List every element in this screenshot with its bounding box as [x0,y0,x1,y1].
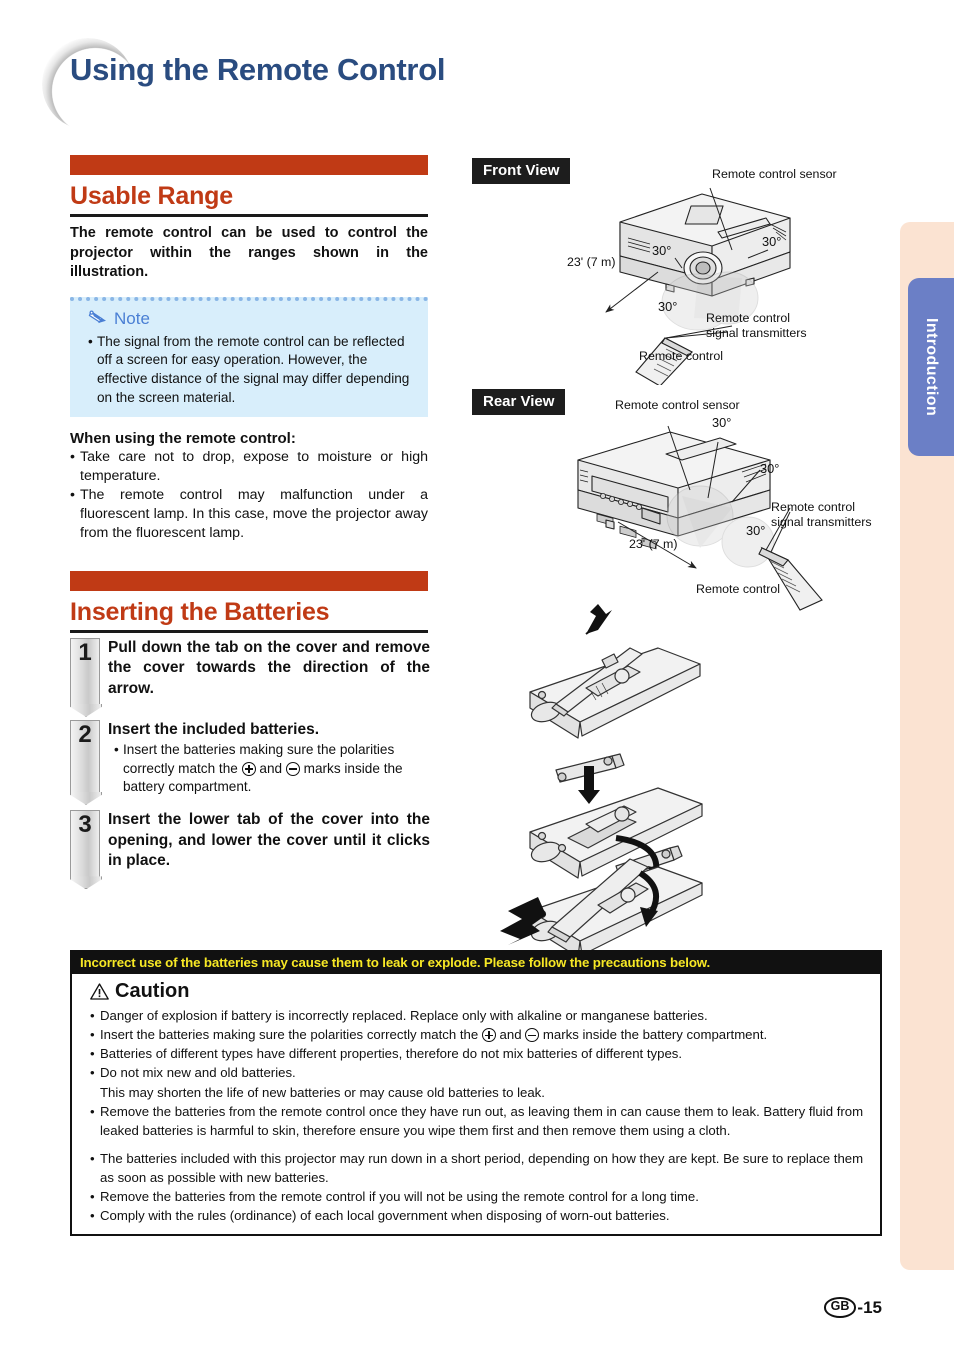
rear-remote-label: Remote control [696,582,781,596]
front-angle-right: 30° [762,234,782,249]
bullet-marker: • [90,1103,95,1119]
note-body: • The signal from the remote control can… [88,333,416,408]
caution-item-text: Do not mix new and old batteries. [100,1065,296,1081]
sidebar-tab-introduction[interactable]: Introduction [908,278,954,456]
caution-box: Incorrect use of the batteries may cause… [70,950,882,1236]
page-title: Using the Remote Control [70,52,446,87]
caution-header: Incorrect use of the batteries may cause… [72,952,880,974]
page-number: -15 [857,1297,882,1317]
caution-item: • Remove the batteries from the remote c… [90,1102,870,1140]
step-title: Insert the lower tab of the cover into t… [108,811,430,870]
caution-item: • Comply with the rules (ordinance) of e… [90,1206,870,1225]
bullet-marker: • [90,1065,95,1081]
bullet-marker: • [90,1189,95,1205]
caution-item: • Remove the batteries from the remote c… [90,1187,870,1206]
step-item-1: 1 Pull down the tab on the cover and rem… [70,637,430,706]
bullet-marker: • [90,1027,95,1043]
caution-item-text: Comply with the rules (ordinance) of eac… [100,1208,670,1224]
caution-item-text: The batteries included with this project… [100,1150,864,1186]
usable-range-intro: The remote control can be used to contro… [70,225,428,281]
bullet-marker: • [90,1008,95,1023]
step-badge: 3 [70,810,100,879]
bullet-marker: • [114,742,119,758]
list-item-text: Take care not to drop, expose to moistur… [80,448,428,484]
section-bar-usable-range [70,155,428,175]
minus-polarity-icon [285,761,300,776]
warning-triangle-icon [90,983,109,1000]
section-heading-usable-range: Usable Range [70,182,233,210]
front-remote-label: Remote control [639,349,724,363]
note-title-row: Note [88,308,424,331]
note-label: Note [114,309,150,329]
sidebar-tab-label: Introduction [923,317,940,417]
step-number: 1 [78,638,92,666]
step-badge: 1 [70,637,100,706]
section-tab-strip: Introduction [900,222,954,1270]
rear-angle-right: 30° [760,461,780,476]
plus-polarity-icon [241,761,256,776]
step-item-2: 2 Insert the included batteries. • Inser… [70,719,430,796]
step-number: 3 [78,811,92,839]
caution-item-continuation: This may shorten the life of new batteri… [100,1084,545,1100]
caution-item: • Batteries of different types have diff… [90,1044,870,1063]
rear-sensor-label: Remote control sensor [615,398,740,412]
front-sensor-label: Remote control sensor [712,167,837,181]
step-content: Pull down the tab on the cover and remov… [108,638,430,706]
step-title: Insert the included batteries. [108,720,320,738]
rear-transmitters-label: Remote control signal transmitters [771,500,872,529]
caution-item-text: Remove the batteries from the remote con… [100,1189,699,1205]
bullet-marker: • [90,1046,95,1062]
caution-item: • Insert the batteries making sure the p… [90,1025,870,1044]
list-item-text: The remote control may malfunction under… [80,486,428,541]
section-bar-inserting-batteries [70,570,428,591]
step-number: 2 [78,720,92,748]
region-code-badge: GB [823,1297,857,1318]
caution-body: Caution • Danger of explosion if battery… [72,974,880,1234]
plus-polarity-icon [481,1028,496,1043]
caution-title-row: Caution [90,980,870,1003]
front-angle-bottom: 30° [658,299,678,314]
rear-angle-bottom: 30° [746,523,766,538]
bullet-marker: • [90,1150,95,1166]
when-using-heading: When using the remote control: [70,429,296,447]
caution-item-text: Insert the batteries making sure the pol… [100,1027,768,1043]
rear-angle-top: 30° [712,415,732,430]
caution-title: Caution [115,980,190,1002]
caution-item-text: Batteries of different types have differ… [100,1046,683,1062]
section-rule [70,629,428,633]
front-distance-label: 23' (7 m) [567,255,616,269]
bullet-marker: • [70,448,75,465]
when-using-bullet-list: • Take care not to drop, expose to moist… [70,448,428,543]
caution-item: • The batteries included with this proje… [90,1149,870,1187]
caution-item: • Do not mix new and old batteries. [90,1063,870,1082]
bullet-marker: • [90,1208,95,1224]
section-rule [70,214,428,217]
note-text: The signal from the remote control can b… [97,333,410,405]
caution-item-text: Danger of explosion if battery is incorr… [100,1008,708,1023]
bullet-marker: • [88,333,93,349]
step-badge: 2 [70,719,100,796]
page-footer: GB -15 [823,1297,882,1318]
minus-polarity-icon [525,1028,540,1043]
caution-item-text: Remove the batteries from the remote con… [100,1103,864,1138]
step-content: Insert the included batteries. • Insert … [108,720,430,796]
document-page: Using the Remote Control Introduction Us… [0,0,954,1346]
step-subnote-text: Insert the batteries making sure the pol… [123,742,403,794]
section-heading-inserting-batteries: Inserting the Batteries [70,597,330,626]
list-item: • Take care not to drop, expose to moist… [70,448,428,486]
step-item-3: 3 Insert the lower tab of the cover into… [70,810,430,879]
step-content: Insert the lower tab of the cover into t… [108,810,430,878]
rear-distance-label: 23' (7 m) [629,537,678,551]
caution-item: • Danger of explosion if battery is inco… [90,1006,870,1025]
pencil-icon [88,308,110,331]
note-box: Note • The signal from the remote contro… [70,296,428,417]
front-transmitters-label: Remote control signal transmitters [706,311,807,340]
bullet-marker: • [70,486,75,503]
steps-list: 1 Pull down the tab on the cover and rem… [70,637,430,879]
front-angle-left: 30° [652,243,672,258]
list-item: • The remote control may malfunction und… [70,486,428,543]
step-title: Pull down the tab on the cover and remov… [108,638,430,697]
left-column: Usable Range The remote control can be u… [70,155,430,880]
step-subnote: • Insert the batteries making sure the p… [114,741,430,796]
